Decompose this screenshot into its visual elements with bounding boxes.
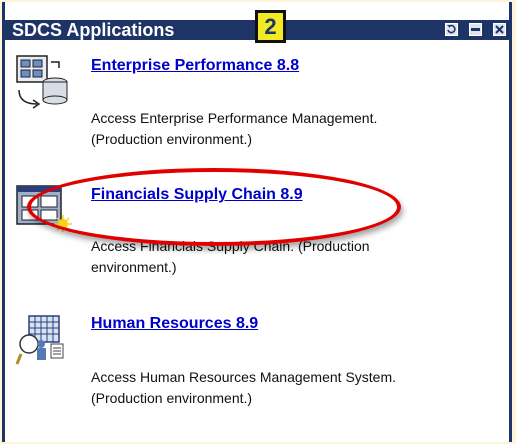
human-resources-link[interactable]: Human Resources 8.9 [91,315,258,333]
refresh-button[interactable] [445,23,458,36]
highlight-ellipse-annotation [27,168,401,246]
financials-supply-chain-link[interactable]: Financials Supply Chain 8.9 [91,186,303,204]
database-report-icon[interactable] [15,54,73,109]
financials-window-icon[interactable] [15,184,73,233]
portlet-title: SDCS Applications [12,20,175,40]
portlet-titlebar: SDCS Applications 2 [5,10,509,43]
close-button[interactable] [493,23,506,36]
close-icon [495,25,504,34]
minimize-icon [471,28,480,31]
hr-people-icon[interactable] [15,314,73,365]
refresh-icon [447,24,456,34]
enterprise-performance-link[interactable]: Enterprise Performance 8.8 [91,57,299,75]
applications-portlet: SDCS Applications 2 Enterprise Performan… [2,2,512,442]
minimize-button[interactable] [469,23,482,36]
financials-supply-chain-description: Access Financials Supply Chain. (Product… [91,238,370,275]
step-number-badge: 2 [255,10,286,43]
enterprise-performance-description: Access Enterprise Performance Management… [91,110,378,147]
human-resources-description: Access Human Resources Management System… [91,369,397,406]
